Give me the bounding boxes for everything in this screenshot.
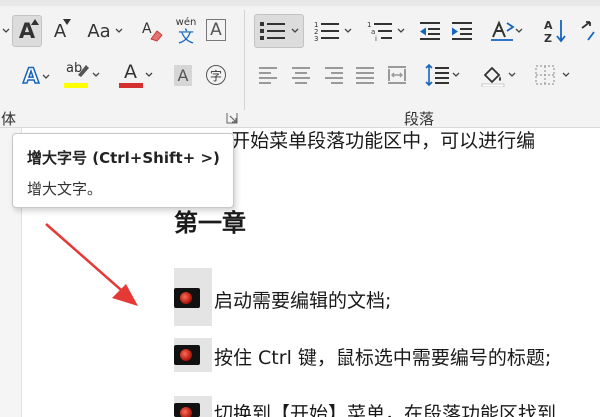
paint-bucket-icon bbox=[481, 66, 505, 87]
justify-button[interactable] bbox=[352, 60, 378, 90]
align-center-button[interactable] bbox=[288, 60, 314, 90]
svg-text:i: i bbox=[375, 35, 377, 42]
down-arrow-icon bbox=[63, 19, 71, 25]
numbering-button[interactable]: 1 2 3 bbox=[309, 14, 357, 48]
font-group-label: 字体 bbox=[0, 110, 17, 128]
doc-line-1: 启动需要编辑的文档; bbox=[214, 290, 392, 312]
tooltip-description: 增大文字。 bbox=[27, 180, 103, 198]
chevron-down-icon bbox=[508, 72, 516, 77]
increase-indent-icon bbox=[452, 22, 472, 40]
bullet-image-icon bbox=[174, 403, 200, 417]
font-color-button[interactable]: A bbox=[116, 58, 156, 92]
chevron-down-icon bbox=[291, 28, 299, 33]
shading-button[interactable] bbox=[476, 58, 520, 92]
shrink-font-button[interactable]: A bbox=[46, 15, 74, 47]
ribbon-separator bbox=[244, 10, 245, 110]
align-left-button[interactable] bbox=[256, 60, 282, 90]
multilevel-list-icon: 1 a i bbox=[367, 21, 392, 42]
sort-icon: A Z bbox=[544, 19, 566, 44]
increase-indent-button[interactable] bbox=[448, 15, 476, 47]
text-effects-icon: A bbox=[22, 63, 40, 89]
svg-text:Z: Z bbox=[544, 32, 552, 44]
character-border-button[interactable]: A bbox=[204, 16, 228, 44]
clear-formatting-button[interactable]: A bbox=[138, 15, 168, 47]
borders-button[interactable] bbox=[530, 58, 574, 92]
line-spacing-icon bbox=[425, 63, 449, 87]
justify-icon bbox=[356, 67, 374, 84]
enclose-characters-icon: 字 bbox=[206, 65, 226, 85]
chevron-down-icon bbox=[42, 74, 50, 79]
align-left-icon bbox=[259, 67, 277, 84]
chevron-down-icon bbox=[515, 28, 523, 33]
align-right-button[interactable] bbox=[320, 60, 346, 90]
marker-icon bbox=[78, 65, 89, 77]
doc-line-3: 切换到【开始】菜单，在段落功能区找到 bbox=[214, 403, 557, 417]
font-dialog-launcher-icon[interactable] bbox=[226, 112, 238, 124]
numbered-list-icon: 1 2 3 bbox=[314, 21, 339, 42]
bullet-image-icon bbox=[174, 288, 200, 308]
multilevel-list-button[interactable]: 1 a i bbox=[362, 14, 410, 48]
ribbon: A A Aa A wén 文 A 1 2 3 1 a i A Z A ab A … bbox=[0, 0, 600, 128]
change-case-button[interactable]: Aa bbox=[84, 15, 126, 47]
chevron-down-icon bbox=[115, 28, 123, 33]
chinese-layout-icon bbox=[491, 20, 515, 41]
up-arrow-icon bbox=[31, 19, 39, 25]
distributed-button[interactable] bbox=[384, 60, 410, 90]
chevron-down-icon bbox=[92, 72, 100, 77]
font-color-bar bbox=[119, 83, 143, 88]
bullet-list-icon bbox=[260, 22, 285, 40]
doc-line-2: 按住 Ctrl 键，鼠标选中需要编号的标题; bbox=[214, 347, 552, 369]
chinese-layout-button[interactable] bbox=[486, 15, 526, 47]
borders-icon bbox=[535, 65, 555, 85]
bullet-image-icon bbox=[174, 345, 200, 365]
enclose-characters-button[interactable]: 字 bbox=[202, 60, 230, 90]
tooltip-title: 增大字号 (Ctrl+Shift+ >) bbox=[27, 149, 220, 167]
phonetic-pinyin: wén bbox=[175, 16, 197, 28]
show-marks-button[interactable] bbox=[576, 15, 600, 47]
paragraph-mark-icon bbox=[581, 21, 595, 41]
text-effects-button[interactable]: A bbox=[16, 60, 50, 92]
svg-text:A: A bbox=[544, 19, 553, 32]
highlight-color-bar bbox=[64, 83, 88, 88]
line-spacing-button[interactable] bbox=[420, 58, 464, 92]
red-arrow-icon bbox=[45, 223, 138, 306]
distributed-icon bbox=[388, 66, 406, 84]
align-center-icon bbox=[292, 67, 310, 84]
doc-line-partial: d 开始菜单段落功能区中，可以进行编 bbox=[213, 130, 536, 152]
font-color-icon: A bbox=[124, 61, 137, 83]
svg-text:3: 3 bbox=[314, 35, 318, 42]
eraser-icon: A bbox=[142, 21, 163, 42]
sort-button[interactable]: A Z bbox=[542, 15, 570, 47]
phonetic-guide-button[interactable]: wén 文 bbox=[172, 14, 200, 48]
doc-heading: 第一章 bbox=[174, 209, 246, 237]
svg-text:A: A bbox=[142, 21, 152, 37]
align-right-icon bbox=[325, 67, 343, 84]
ribbon-top-strip bbox=[0, 0, 600, 6]
character-border-icon: A bbox=[206, 19, 226, 41]
chevron-down-icon bbox=[397, 28, 405, 33]
chevron-down-icon bbox=[452, 72, 460, 77]
chevron-down-icon bbox=[344, 28, 352, 33]
character-shading-button[interactable]: A bbox=[170, 60, 196, 90]
bullets-button[interactable] bbox=[254, 14, 304, 48]
chevron-down-icon bbox=[145, 72, 153, 77]
change-case-icon: Aa bbox=[87, 20, 111, 42]
grow-font-button[interactable]: A bbox=[12, 15, 42, 47]
grow-font-tooltip: 增大字号 (Ctrl+Shift+ >) 增大文字。 bbox=[12, 133, 234, 208]
decrease-indent-button[interactable] bbox=[416, 15, 444, 47]
character-shading-icon: A bbox=[173, 64, 193, 86]
font-size-dropdown-caret[interactable] bbox=[0, 16, 12, 46]
phonetic-char: 文 bbox=[177, 26, 194, 46]
text-highlight-button[interactable]: ab bbox=[62, 58, 102, 92]
chevron-down-icon bbox=[562, 72, 570, 77]
decrease-indent-icon bbox=[420, 22, 440, 40]
